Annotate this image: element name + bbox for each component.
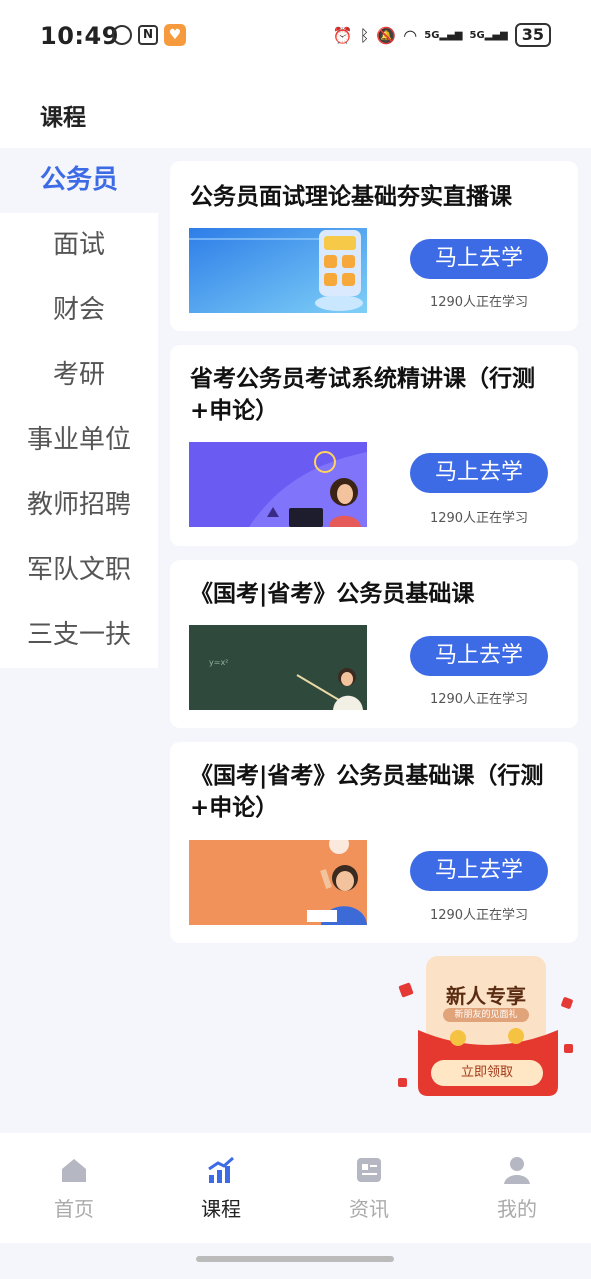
sidebar-item-three-supports[interactable]: 三支一扶 [0, 603, 158, 668]
nav-me-label: 我的 [497, 1197, 537, 1221]
status-bar: 10:49 N ♥ ⏰ ᛒ 🔕 ◠ 5G▂▄▆ 5G▂▄▆ 35 [0, 0, 591, 76]
study-now-button[interactable]: 马上去学 [410, 636, 548, 676]
nav-courses-label: 课程 [201, 1197, 241, 1221]
course-card[interactable]: 《国考|省考》公务员基础课（行测+申论） 马上去学 1290人正在学习 [170, 742, 578, 943]
nav-home-label: 首页 [54, 1197, 94, 1221]
sidebar-item-military-civilian[interactable]: 军队文职 [0, 538, 158, 603]
battery-icon: 35 [514, 23, 551, 47]
nav-me[interactable]: 我的 [467, 1155, 567, 1222]
signal-1-icon: 5G▂▄▆ [424, 29, 463, 41]
learner-count: 1290人正在学习 [429, 511, 529, 526]
course-title: 《国考|省考》公务员基础课（行测+申论） [190, 763, 544, 821]
promo-subtitle: 新朋友的见面礼 [443, 1008, 529, 1022]
sidebar-item-teacher-recruitment[interactable]: 教师招聘 [0, 473, 158, 538]
study-now-button[interactable]: 马上去学 [410, 851, 548, 891]
wifi-icon: ◠ [403, 25, 418, 45]
woman-laptop-illustration-icon [189, 442, 367, 527]
nav-news-label: 资讯 [349, 1197, 389, 1221]
status-left-icons: N ♥ [112, 24, 186, 46]
student-studying-illustration-icon [189, 840, 367, 925]
study-now-button[interactable]: 马上去学 [410, 239, 548, 279]
nfc-icon: N [138, 25, 158, 45]
health-app-icon: ♥ [164, 24, 186, 46]
course-title: 公务员面试理论基础夯实直播课 [190, 184, 512, 210]
svg-text:y=x²: y=x² [209, 658, 228, 667]
nav-news[interactable]: 资讯 [319, 1155, 419, 1222]
sidebar-item-public-institution[interactable]: 事业单位 [0, 408, 158, 473]
data-saver-icon [112, 25, 132, 45]
course-title: 省考公务员考试系统精讲课（行测+申论） [190, 366, 535, 424]
home-indicator[interactable] [196, 1256, 394, 1262]
bluetooth-icon: ᛒ [359, 25, 370, 45]
sidebar-item-accounting[interactable]: 财会 [0, 278, 158, 343]
promo-title: 新人专享 [446, 984, 526, 1008]
nav-courses[interactable]: 课程 [171, 1155, 271, 1222]
learner-count: 1290人正在学习 [429, 295, 529, 310]
chart-icon [208, 1156, 234, 1183]
sidebar-item-postgraduate[interactable]: 考研 [0, 343, 158, 408]
status-right-icons: ⏰ ᛒ 🔕 ◠ 5G▂▄▆ 5G▂▄▆ 35 [333, 23, 551, 47]
home-icon [62, 1159, 86, 1182]
page-title: 课程 [40, 105, 86, 131]
course-card[interactable]: 省考公务员考试系统精讲课（行测+申论） 马上去学 1290人正在学习 [170, 345, 578, 546]
teacher-chalkboard-illustration-icon: y=x² [189, 625, 367, 710]
study-now-button[interactable]: 马上去学 [410, 453, 548, 493]
claim-now-button[interactable]: 立即领取 [431, 1060, 543, 1086]
course-card[interactable]: 《国考|省考》公务员基础课 y=x² 马上去学 1290人正在学习 [170, 560, 578, 728]
category-sidebar: 公务员 面试 财会 考研 事业单位 教师招聘 军队文职 三支一扶 [0, 148, 158, 668]
nav-home[interactable]: 首页 [24, 1155, 124, 1222]
alarm-icon: ⏰ [332, 25, 353, 45]
page-header: 课程 [0, 76, 591, 148]
user-icon [504, 1157, 530, 1184]
learner-count: 1290人正在学习 [429, 908, 529, 923]
signal-2-icon: 5G▂▄▆ [469, 29, 508, 41]
learner-count: 1290人正在学习 [429, 692, 529, 707]
sidebar-item-interview[interactable]: 面试 [0, 213, 158, 278]
news-icon [357, 1158, 381, 1182]
course-title: 《国考|省考》公务员基础课 [190, 581, 475, 607]
new-user-promo[interactable]: 新人专享 新朋友的见面礼 立即领取 [398, 950, 578, 1100]
bottom-nav: 首页 课程 资讯 我的 [0, 1133, 591, 1243]
mute-icon: 🔕 [376, 25, 397, 45]
sidebar-item-civil-servant[interactable]: 公务员 [0, 148, 158, 213]
status-time: 10:49 [40, 22, 119, 50]
calculator-illustration-icon [189, 228, 367, 313]
course-card[interactable]: 公务员面试理论基础夯实直播课 马上去学 1290人正在学习 [170, 161, 578, 331]
